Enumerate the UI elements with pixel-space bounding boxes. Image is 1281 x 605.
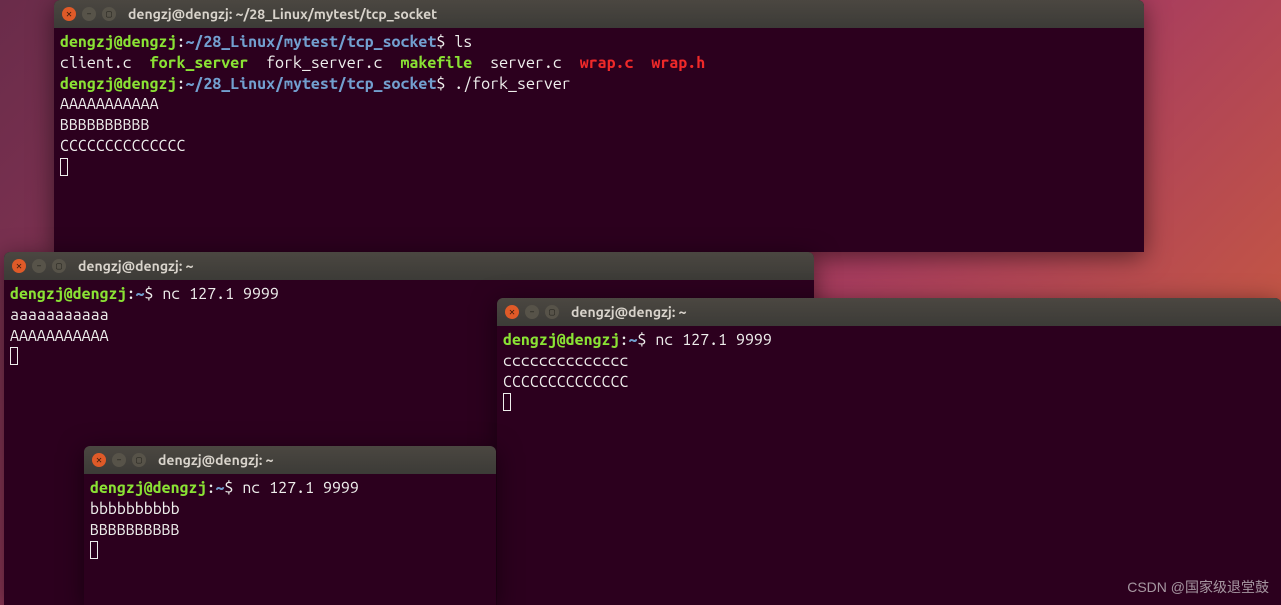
cmd-run-server: ./fork_server [454,75,570,93]
minimize-icon[interactable]: – [112,453,126,467]
minimize-icon[interactable]: – [32,259,46,273]
maximize-icon[interactable]: ▢ [132,453,146,467]
cmd-ls: ls [454,33,472,51]
prompt-dollar: $ [436,75,454,93]
ls-archive: wrap.c [580,54,634,72]
ls-exec: makefile [401,54,473,72]
output-line: CCCCCCCCCCCCCC [60,137,185,155]
maximize-icon[interactable]: ▢ [545,305,559,319]
cursor-icon [10,347,18,365]
terminal-server[interactable]: ✕ – ▢ dengzj@dengzj: ~/28_Linux/mytest/t… [54,0,1144,252]
output-line: CCCCCCCCCCCCCC [503,373,628,391]
titlebar[interactable]: ✕ – ▢ dengzj@dengzj: ~ [497,298,1281,326]
close-icon[interactable]: ✕ [62,7,76,21]
output-line: BBBBBBBBBB [90,521,180,539]
terminal-client-b[interactable]: ✕ – ▢ dengzj@dengzj: ~ dengzj@dengzj:~$ … [84,446,496,605]
output-line: BBBBBBBBBB [60,116,150,134]
cursor-icon [90,541,98,559]
window-title: dengzj@dengzj: ~ [571,304,686,320]
prompt-dollar: $ [436,33,454,51]
input-line: bbbbbbbbbb [90,500,180,518]
ls-file: client.c [60,54,132,72]
terminal-body[interactable]: dengzj@dengzj:~$ nc 127.1 9999 ccccccccc… [497,326,1281,417]
prompt-user: dengzj@dengzj [90,479,206,497]
ls-file: server.c [490,54,562,72]
prompt-user: dengzj@dengzj [503,331,619,349]
terminal-body[interactable]: dengzj@dengzj:~/28_Linux/mytest/tcp_sock… [54,28,1144,182]
window-title: dengzj@dengzj: ~ [158,452,273,468]
ls-archive: wrap.h [651,54,705,72]
ls-file: fork_server.c [266,54,382,72]
terminal-client-c[interactable]: ✕ – ▢ dengzj@dengzj: ~ dengzj@dengzj:~$ … [497,298,1281,605]
input-line: aaaaaaaaaaa [10,306,109,324]
cmd-nc: nc 127.1 9999 [655,331,771,349]
titlebar[interactable]: ✕ – ▢ dengzj@dengzj: ~/28_Linux/mytest/t… [54,0,1144,28]
minimize-icon[interactable]: – [525,305,539,319]
cursor-icon [60,158,68,176]
titlebar[interactable]: ✕ – ▢ dengzj@dengzj: ~ [84,446,496,474]
minimize-icon[interactable]: – [82,7,96,21]
window-title: dengzj@dengzj: ~ [78,258,193,274]
prompt-user: dengzj@dengzj [60,33,176,51]
terminal-body[interactable]: dengzj@dengzj:~$ nc 127.1 9999 bbbbbbbbb… [84,474,496,565]
close-icon[interactable]: ✕ [92,453,106,467]
prompt-dollar: $ [144,285,162,303]
prompt-path: ~/28_Linux/mytest/tcp_socket [185,33,436,51]
window-title: dengzj@dengzj: ~/28_Linux/mytest/tcp_soc… [128,6,437,22]
close-icon[interactable]: ✕ [12,259,26,273]
cmd-nc: nc 127.1 9999 [162,285,278,303]
prompt-dollar: $ [637,331,655,349]
ls-exec: fork_server [150,54,249,72]
input-line: cccccccccccccc [503,352,628,370]
output-line: AAAAAAAAAAA [60,95,159,113]
output-line: AAAAAAAAAAA [10,327,109,345]
watermark: CSDN @国家级退堂鼓 [1127,577,1269,597]
close-icon[interactable]: ✕ [505,305,519,319]
prompt-user: dengzj@dengzj [10,285,126,303]
maximize-icon[interactable]: ▢ [52,259,66,273]
prompt-path: ~/28_Linux/mytest/tcp_socket [185,75,436,93]
cursor-icon [503,393,511,411]
cmd-nc: nc 127.1 9999 [242,479,358,497]
titlebar[interactable]: ✕ – ▢ dengzj@dengzj: ~ [4,252,814,280]
prompt-dollar: $ [224,479,242,497]
prompt-user: dengzj@dengzj [60,75,176,93]
maximize-icon[interactable]: ▢ [102,7,116,21]
